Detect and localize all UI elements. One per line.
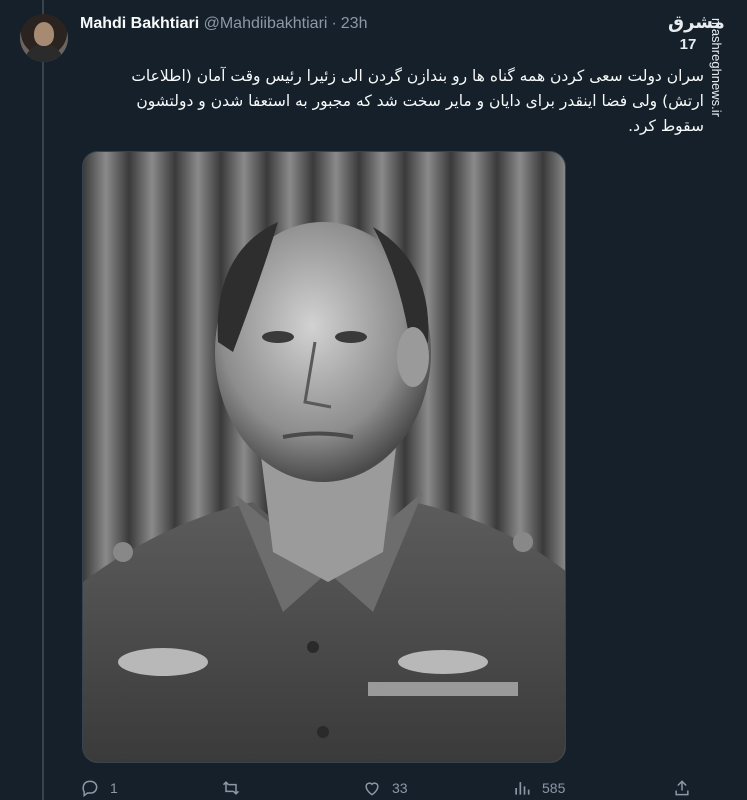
avatar-head-shape — [34, 22, 54, 46]
retweet-button[interactable] — [221, 778, 251, 798]
tweet-actions: 1 33 585 — [80, 778, 700, 800]
views-count: 585 — [542, 780, 566, 796]
tweet-photo[interactable] — [82, 151, 566, 763]
avatar[interactable] — [20, 14, 68, 62]
retweet-icon — [222, 781, 240, 795]
heart-icon — [365, 782, 379, 796]
views-button[interactable]: 585 — [512, 778, 565, 798]
watermark-logo: مشرق 17 — [668, 10, 725, 62]
avatar-body-shape — [26, 44, 62, 62]
share-button[interactable] — [672, 778, 692, 798]
tweet-text: سران دولت سعی کردن همه گناه ها رو بندازن… — [131, 67, 704, 135]
thread-line — [42, 0, 44, 800]
watermark-logo-text: مشرق — [668, 12, 725, 33]
watermark-number: 17 — [679, 36, 697, 53]
tweet-time[interactable]: 23h — [341, 15, 368, 32]
reply-icon — [82, 780, 98, 797]
like-button[interactable]: 33 — [362, 778, 408, 798]
separator-dot: · — [331, 15, 337, 32]
tweet-header: Mahdi Bakhtiari @Mahdiibakhtiari · 23h — [80, 14, 367, 34]
reply-button[interactable]: 1 — [80, 778, 118, 798]
portrait-image — [83, 152, 565, 762]
watermark-site: mashreghnews.ir — [709, 18, 724, 117]
author-handle[interactable]: @Mahdiibakhtiari — [204, 15, 328, 32]
share-icon — [675, 780, 689, 796]
views-icon — [515, 782, 530, 795]
like-count: 33 — [392, 780, 408, 796]
author-name[interactable]: Mahdi Bakhtiari — [80, 15, 199, 32]
reply-count: 1 — [110, 780, 118, 796]
